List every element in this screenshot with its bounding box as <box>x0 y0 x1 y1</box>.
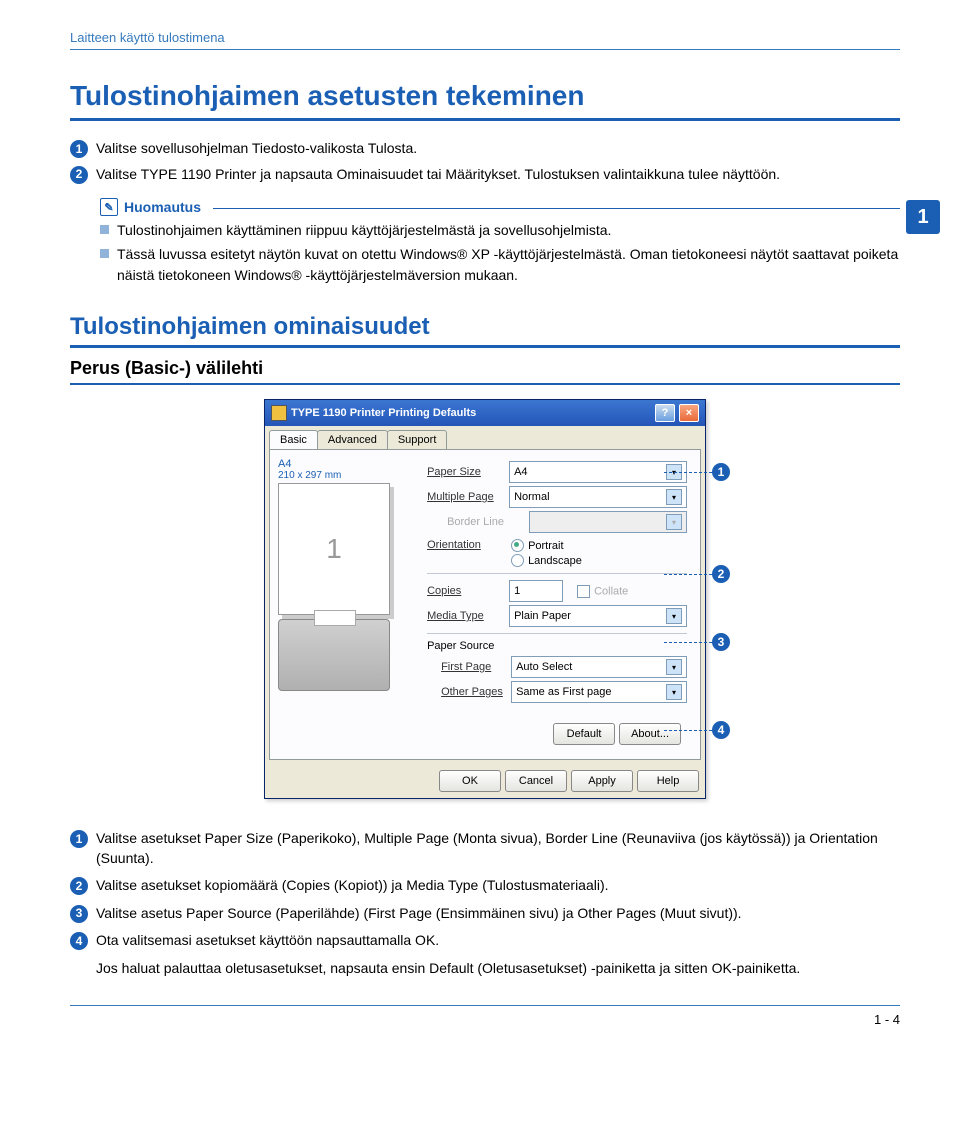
print-dialog: TYPE 1190 Printer Printing Defaults ? × … <box>264 399 706 799</box>
heading-1: Tulostinohjaimen asetusten tekeminen <box>70 80 900 121</box>
page-header: Laitteen käyttö tulostimena <box>70 30 900 50</box>
printer-icon <box>271 405 287 421</box>
checkbox-icon <box>577 585 590 598</box>
callout-line <box>664 472 712 473</box>
step-text: Valitse TYPE 1190 Printer ja napsauta Om… <box>96 165 780 185</box>
preview-sheet: 1 <box>278 483 390 615</box>
border-line-select: ▾ <box>529 511 687 533</box>
media-type-select[interactable]: Plain Paper▾ <box>509 605 687 627</box>
bullet-icon <box>100 225 109 234</box>
desc-text: Valitse asetukset kopiomäärä (Copies (Ko… <box>96 876 900 896</box>
first-page-select[interactable]: Auto Select▾ <box>511 656 687 678</box>
radio-icon <box>511 554 524 567</box>
help-button[interactable]: Help <box>637 770 699 792</box>
callout-line <box>664 642 712 643</box>
copies-label: Copies <box>427 585 509 597</box>
paper-size-select[interactable]: A4▾ <box>509 461 687 483</box>
other-pages-label: Other Pages <box>441 686 511 698</box>
chevron-down-icon: ▾ <box>666 684 682 700</box>
desc-number: 3 <box>70 905 88 923</box>
desc-number: 1 <box>70 830 88 848</box>
desc-number: 2 <box>70 877 88 895</box>
desc-item-2: 2 Valitse asetukset kopiomäärä (Copies (… <box>70 876 900 896</box>
bullet-icon <box>100 249 109 258</box>
border-line-label: Border Line <box>447 516 529 528</box>
step-2: 2 Valitse TYPE 1190 Printer ja napsauta … <box>70 165 900 185</box>
radio-icon <box>511 539 524 552</box>
chevron-down-icon: ▾ <box>666 608 682 624</box>
note-bullet: Tässä luvussa esitetyt näytön kuvat on o… <box>100 244 900 285</box>
callout-3: 3 <box>712 633 730 651</box>
chevron-down-icon: ▾ <box>666 514 682 530</box>
chapter-badge: 1 <box>906 200 940 234</box>
chevron-down-icon: ▾ <box>666 489 682 505</box>
heading-3: Perus (Basic-) välilehti <box>70 358 900 385</box>
default-button[interactable]: Default <box>553 723 615 745</box>
printer-illustration <box>278 619 390 691</box>
desc-item-3: 3 Valitse asetus Paper Source (Paperiläh… <box>70 904 900 924</box>
cancel-button[interactable]: Cancel <box>505 770 567 792</box>
desc-text: Valitse asetus Paper Source (Paperilähde… <box>96 904 900 924</box>
other-pages-select[interactable]: Same as First page▾ <box>511 681 687 703</box>
desc-text: Valitse asetukset Paper Size (Paperikoko… <box>96 829 900 868</box>
note-text: Tulostinohjaimen käyttäminen riippuu käy… <box>117 220 611 240</box>
multiple-page-select[interactable]: Normal▾ <box>509 486 687 508</box>
note-bullet: Tulostinohjaimen käyttäminen riippuu käy… <box>100 220 900 240</box>
paper-size-label: Paper Size <box>427 466 509 478</box>
help-button[interactable]: ? <box>655 404 675 422</box>
tab-advanced[interactable]: Advanced <box>317 430 388 449</box>
about-button[interactable]: About... <box>619 723 681 745</box>
media-type-label: Media Type <box>427 610 509 622</box>
copies-input[interactable]: 1 <box>509 580 563 602</box>
callout-line <box>664 730 712 731</box>
first-page-label: First Page <box>441 661 511 673</box>
callout-2: 2 <box>712 565 730 583</box>
tab-support[interactable]: Support <box>387 430 448 449</box>
apply-button[interactable]: Apply <box>571 770 633 792</box>
desc-item-4: 4 Ota valitsemasi asetukset käyttöön nap… <box>70 931 900 951</box>
step-number: 2 <box>70 166 88 184</box>
step-text: Valitse sovellusohjelman Tiedosto-valiko… <box>96 139 417 159</box>
preview-paper-label: A4 <box>278 458 418 470</box>
callout-4: 4 <box>712 721 730 739</box>
page-number: 1 - 4 <box>874 1012 900 1027</box>
close-button[interactable]: × <box>679 404 699 422</box>
note-box: ✎ Huomautus Tulostinohjaimen käyttäminen… <box>100 198 900 285</box>
orientation-portrait[interactable]: Portrait <box>511 539 582 552</box>
ok-button[interactable]: OK <box>439 770 501 792</box>
note-text: Tässä luvussa esitetyt näytön kuvat on o… <box>117 244 900 285</box>
desc-text: Ota valitsemasi asetukset käyttöön napsa… <box>96 931 900 951</box>
step-number: 1 <box>70 140 88 158</box>
desc-number: 4 <box>70 932 88 950</box>
dialog-title: TYPE 1190 Printer Printing Defaults <box>291 407 476 419</box>
orientation-landscape[interactable]: Landscape <box>511 554 582 567</box>
desc-item-note: Jos haluat palauttaa oletusasetukset, na… <box>70 959 900 979</box>
multiple-page-label: Multiple Page <box>427 491 509 503</box>
collate-option: Collate <box>577 585 628 598</box>
orientation-label: Orientation <box>427 539 509 551</box>
tab-basic[interactable]: Basic <box>269 430 318 449</box>
note-title: Huomautus <box>124 199 201 215</box>
preview-box: A4 210 x 297 mm 1 <box>278 458 418 691</box>
paper-source-label: Paper Source <box>427 640 687 652</box>
dialog-titlebar: TYPE 1190 Printer Printing Defaults ? × <box>265 400 705 426</box>
desc-item-1: 1 Valitse asetukset Paper Size (Paperiko… <box>70 829 900 868</box>
note-icon: ✎ <box>100 198 118 216</box>
step-1: 1 Valitse sovellusohjelman Tiedosto-vali… <box>70 139 900 159</box>
desc-text: Jos haluat palauttaa oletusasetukset, na… <box>96 959 900 979</box>
callout-1: 1 <box>712 463 730 481</box>
heading-2: Tulostinohjaimen ominaisuudet <box>70 313 900 348</box>
callout-line <box>664 574 712 575</box>
preview-paper-size: 210 x 297 mm <box>278 470 418 481</box>
chevron-down-icon: ▾ <box>666 659 682 675</box>
